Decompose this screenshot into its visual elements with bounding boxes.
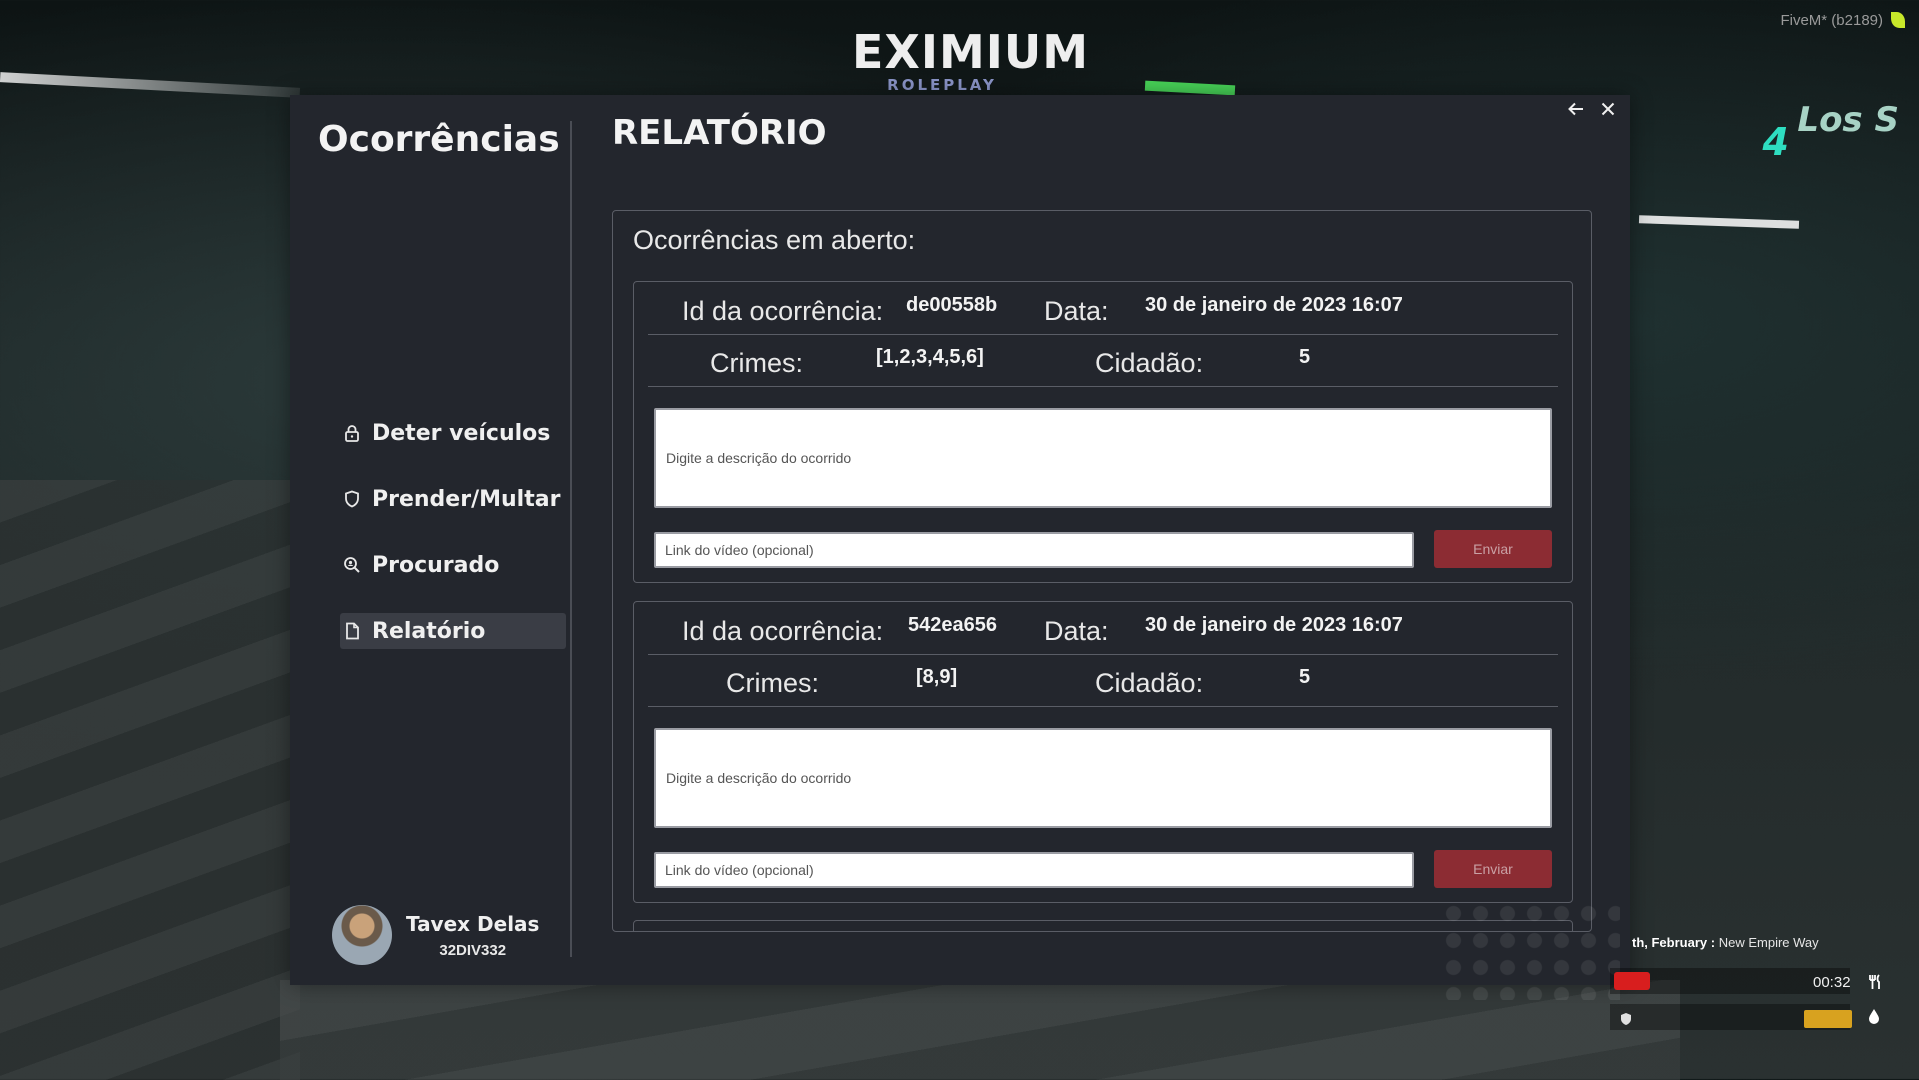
sidebar: Ocorrências Deter veículos Prender/Multa… [290, 95, 570, 985]
logo-main-text: EXIMIUM [852, 25, 1090, 79]
occurrence-id-value: 542ea656 [908, 614, 997, 636]
occurrence-crimes-value: [8,9] [916, 666, 958, 688]
sidebar-item-relatorio[interactable]: Relatório [340, 613, 567, 649]
send-button[interactable]: Enviar [1434, 530, 1552, 568]
user-profile: Tavex Delas 32DIV332 [332, 905, 539, 965]
video-link-input[interactable]: Link do vídeo (opcional) [654, 852, 1414, 888]
background-light-strip-right [1638, 215, 1800, 229]
avatar [332, 905, 392, 965]
water-drop-icon [1868, 1008, 1880, 1029]
sidebar-item-label: Deter veículos [372, 420, 551, 446]
occurrence-row-id-date: Id da ocorrência: 542ea656 Data: 30 de j… [648, 602, 1558, 655]
hud-energy-bar [1804, 1010, 1852, 1028]
window-controls [1566, 99, 1618, 119]
page-title: RELATÓRIO [612, 113, 827, 153]
occurrence-date-value: 30 de janeiro de 2023 16:07 [1145, 614, 1403, 636]
background-light-strip [0, 72, 301, 98]
hud-health-bar [1614, 972, 1650, 990]
close-icon[interactable] [1598, 99, 1618, 119]
occurrence-citizen-value: 5 [1299, 346, 1311, 368]
send-button[interactable]: Enviar [1434, 850, 1552, 888]
document-icon [342, 621, 362, 641]
occurrence-id-label: Id da ocorrência: [682, 616, 884, 646]
background-sidewalk [0, 480, 300, 1080]
hud-date: th, February [1632, 935, 1708, 950]
hud-dot-pattern [1440, 900, 1620, 1000]
sidebar-item-procurado[interactable]: Procurado [340, 547, 566, 583]
sidebar-nav: Deter veículos Prender/Multar Procurado … [340, 415, 567, 679]
user-name: Tavex Delas [406, 911, 540, 936]
occurrence-row-crimes-citizen: Crimes: [8,9] Cidadão: 5 [648, 654, 1558, 707]
occurrence-row-crimes-citizen: Crimes: [1,2,3,4,5,6] Cidadão: 5 [648, 334, 1558, 387]
back-arrow-icon[interactable] [1566, 99, 1586, 119]
occurrence-citizen-value: 5 [1299, 666, 1311, 688]
hud-separator: : [1710, 935, 1716, 950]
fivem-leaf-icon [1891, 12, 1905, 28]
sidebar-item-label: Relatório [372, 618, 486, 644]
description-textarea[interactable]: Digite a descrição do ocorrido [654, 728, 1552, 828]
sidebar-title: Ocorrências [318, 119, 560, 160]
background-sign-number: 4 [1762, 120, 1789, 164]
occurrence-citizen-label: Cidadão: [1095, 348, 1204, 378]
occurrence-citizen-label: Cidadão: [1095, 668, 1204, 698]
sidebar-item-deter-veiculos[interactable]: Deter veículos [340, 415, 566, 451]
occurrence-row-id-date: Id da ocorrência: de00558b Data: 30 de j… [648, 282, 1558, 335]
occurrence-id-label: Id da ocorrência: [682, 296, 884, 326]
hud-time: 00:32 [1813, 974, 1851, 991]
occurrence-date-value: 30 de janeiro de 2023 16:07 [1145, 294, 1403, 316]
occurrence-card-next [633, 920, 1573, 931]
sidebar-item-label: Procurado [372, 552, 500, 578]
food-icon [1868, 974, 1882, 995]
sidebar-item-prender-multar[interactable]: Prender/Multar [340, 481, 566, 517]
hud-street-name: New Empire Way [1718, 935, 1819, 950]
sidebar-divider [570, 121, 572, 957]
police-panel: Ocorrências Deter veículos Prender/Multa… [290, 95, 1630, 985]
open-occurrences-heading: Ocorrências em aberto: [633, 225, 916, 255]
occurrence-card: Id da ocorrência: de00558b Data: 30 de j… [633, 281, 1573, 583]
occurrence-crimes-label: Crimes: [710, 348, 803, 378]
fivem-build-label: FiveM* (b2189) [1780, 12, 1883, 29]
lock-icon [342, 423, 362, 443]
shield-icon [342, 489, 362, 509]
open-occurrences-box: Ocorrências em aberto: Id da ocorrência:… [612, 210, 1592, 932]
video-link-input[interactable]: Link do vídeo (opcional) [654, 532, 1414, 568]
occurrence-card: Id da ocorrência: 542ea656 Data: 30 de j… [633, 601, 1573, 903]
user-id: 32DIV332 [439, 941, 507, 959]
occurrence-crimes-value: [1,2,3,4,5,6] [876, 346, 984, 368]
occurrence-date-label: Data: [1044, 616, 1109, 646]
hud-location: th, February : New Empire Way [1632, 935, 1819, 950]
occurrence-crimes-label: Crimes: [726, 668, 819, 698]
background-green-light [1144, 80, 1236, 96]
armor-shield-icon [1619, 1012, 1633, 1031]
occurrence-id-value: de00558b [906, 294, 998, 316]
occurrence-date-label: Data: [1044, 296, 1109, 326]
server-logo: EXIMIUM ROLEPLAY [852, 25, 1090, 94]
search-icon [342, 555, 362, 575]
sidebar-item-label: Prender/Multar [372, 486, 561, 512]
background-sign-text: Los S [1797, 100, 1899, 140]
description-textarea[interactable]: Digite a descrição do ocorrido [654, 408, 1552, 508]
